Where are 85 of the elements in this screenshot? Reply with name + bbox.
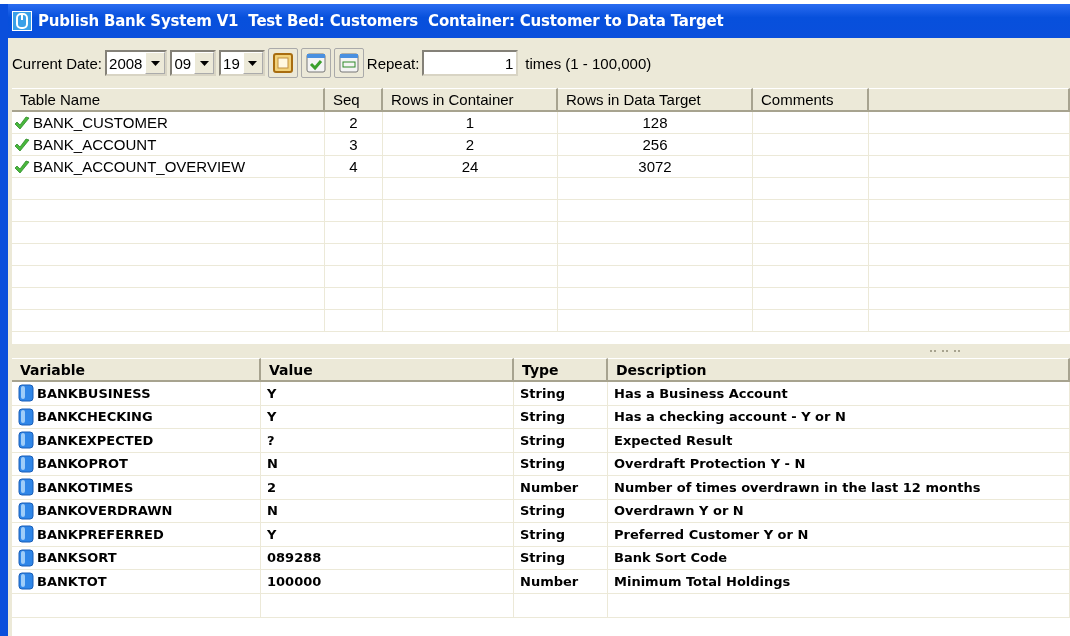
table-cell: 24 xyxy=(383,156,558,177)
month-dropdown[interactable]: 09 xyxy=(170,50,217,76)
table-name: BANK_CUSTOMER xyxy=(33,114,168,131)
table-cell: Y xyxy=(261,405,514,428)
variable-icon xyxy=(18,407,34,426)
year-dropdown[interactable]: 2008 xyxy=(105,50,168,76)
variable-name: BANKOVERDRAWN xyxy=(37,503,173,519)
table-cell: 1 xyxy=(383,112,558,133)
table-cell: 2 xyxy=(383,134,558,155)
variable-name: BANKOTIMES xyxy=(37,479,134,495)
caret-icon xyxy=(199,60,209,66)
calendar-icon xyxy=(272,53,293,73)
variable-icon xyxy=(18,501,34,520)
table-cell: String xyxy=(514,452,608,475)
repeat-label: Repeat: xyxy=(366,54,420,72)
table-name: BANK_ACCOUNT xyxy=(33,136,157,153)
variable-icon xyxy=(18,384,34,403)
variable-icon xyxy=(18,572,34,591)
variable-icon xyxy=(18,431,34,450)
table-cell: String xyxy=(514,523,608,546)
repeat-hint: times (1 - 100,000) xyxy=(525,54,652,72)
variable-icon xyxy=(18,478,34,497)
table-cell: Number xyxy=(514,476,608,499)
variable-name: BANKCHECKING xyxy=(37,409,153,425)
list-button[interactable] xyxy=(333,48,364,78)
table-cell: 100000 xyxy=(261,570,514,593)
table-cell: Bank Sort Code xyxy=(608,546,1070,569)
column-header[interactable]: Comments xyxy=(753,88,869,110)
variable-icon xyxy=(18,454,34,473)
table-cell: 2 xyxy=(261,476,514,499)
splitter-grip-icon[interactable] xyxy=(930,349,960,353)
table-cell: 128 xyxy=(558,112,753,133)
table-cell: String xyxy=(514,429,608,452)
variable-name: BANKOPROT xyxy=(37,456,128,472)
date-label: Current Date: xyxy=(12,54,103,72)
table-cell: String xyxy=(514,405,608,428)
validate-button[interactable] xyxy=(300,48,331,78)
table-cell: Number of times overdrawn in the last 12 months xyxy=(608,476,1070,499)
caret-icon xyxy=(248,60,258,66)
table-cell: Overdrawn Y or N xyxy=(608,499,1070,522)
table-cell: Y xyxy=(261,523,514,546)
app-icon xyxy=(12,11,32,31)
table-cell: String xyxy=(514,546,608,569)
table-cell: 2 xyxy=(325,112,383,133)
column-header[interactable]: Description xyxy=(608,358,1070,380)
table-cell: Overdraft Protection Y - N xyxy=(608,452,1070,475)
check-window-icon xyxy=(305,53,326,73)
table-name: BANK_ACCOUNT_OVERVIEW xyxy=(33,158,246,175)
table-cell: Number xyxy=(514,570,608,593)
repeat-field[interactable]: 1 xyxy=(422,50,519,76)
window-title: Publish Bank System V1 Test Bed: Customers Container: Customer to Data Target xyxy=(38,12,724,30)
table-cell: String xyxy=(514,382,608,405)
table-cell: 256 xyxy=(558,134,753,155)
caret-icon xyxy=(150,60,160,66)
table-cell: Minimum Total Holdings xyxy=(608,570,1070,593)
column-header[interactable]: Seq xyxy=(325,88,383,110)
column-header[interactable]: Type xyxy=(514,358,608,380)
table-cell: ? xyxy=(261,429,514,452)
column-header[interactable]: Rows in Container xyxy=(383,88,558,110)
variable-name: BANKEXPECTED xyxy=(37,432,154,448)
table-cell: Y xyxy=(261,382,514,405)
table-cell: 089288 xyxy=(261,546,514,569)
day-dropdown[interactable]: 19 xyxy=(219,50,265,76)
table-cell: 3 xyxy=(325,134,383,155)
table-cell: N xyxy=(261,499,514,522)
table-cell: Has a checking account - Y or N xyxy=(608,405,1070,428)
table-cell: Preferred Customer Y or N xyxy=(608,523,1070,546)
table-cell: 4 xyxy=(325,156,383,177)
column-header[interactable]: Variable xyxy=(12,358,261,380)
calendar-button[interactable] xyxy=(267,48,298,78)
window-icon xyxy=(338,53,359,73)
variable-name: BANKSORT xyxy=(37,550,117,566)
table-cell: Has a Business Account xyxy=(608,382,1070,405)
table-cell: Expected Result xyxy=(608,429,1070,452)
column-header[interactable]: Value xyxy=(261,358,514,380)
column-header[interactable]: Rows in Data Target xyxy=(558,88,753,110)
variable-icon xyxy=(18,548,34,567)
variable-name: BANKPREFERRED xyxy=(37,526,164,542)
variable-icon xyxy=(18,525,34,544)
table-cell: String xyxy=(514,499,608,522)
variable-name: BANKBUSINESS xyxy=(37,385,151,401)
variable-name: BANKTOT xyxy=(37,573,107,589)
column-header[interactable]: Table Name xyxy=(12,88,325,110)
table-cell: N xyxy=(261,452,514,475)
table-cell: 3072 xyxy=(558,156,753,177)
